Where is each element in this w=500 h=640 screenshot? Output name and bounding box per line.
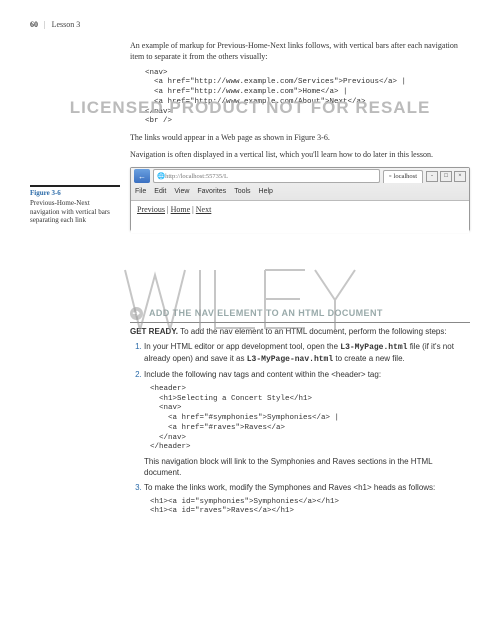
section-header: ➔ ADD THE NAV ELEMENT TO AN HTML DOCUMEN… [130, 307, 470, 320]
link-home[interactable]: Home [171, 205, 191, 214]
tab-label: localhost [394, 173, 417, 180]
browser-menu-bar: File Edit View Favorites Tools Help [131, 185, 469, 198]
paragraph-3: Navigation is often displayed in a verti… [130, 150, 470, 161]
step-1: In your HTML editor or app development t… [144, 342, 470, 366]
back-button[interactable]: ← [134, 169, 150, 183]
page-icon: ▫ [389, 173, 391, 180]
header-sep: | [44, 20, 46, 29]
url-text: http://localhost:55735/L [165, 173, 228, 180]
get-ready-line: GET READY. To add the nav element to an … [130, 327, 470, 338]
browser-chrome: ← 🌐 http://localhost:55735/L ▫ localhost… [131, 168, 469, 201]
arrow-left-icon: ← [138, 172, 146, 181]
browser-mock: ← 🌐 http://localhost:55735/L ▫ localhost… [130, 167, 470, 231]
maximize-button[interactable]: □ [440, 171, 452, 182]
intro-paragraph: An example of markup for Previous-Home-N… [130, 41, 470, 63]
link-next[interactable]: Next [196, 205, 212, 214]
menu-tools[interactable]: Tools [234, 188, 250, 195]
get-ready-text: To add the nav element to an HTML docume… [178, 327, 447, 336]
browser-tab[interactable]: ▫ localhost [383, 170, 423, 183]
arrow-right-icon: ➔ [130, 307, 143, 320]
get-ready-label: GET READY. [130, 327, 178, 336]
step-2-note: This navigation block will link to the S… [144, 457, 470, 479]
step-3: To make the links work, modify the Symph… [144, 483, 470, 517]
globe-icon: 🌐 [157, 172, 165, 180]
menu-favorites[interactable]: Favorites [197, 188, 226, 195]
page-number: 60 [30, 20, 38, 29]
section-rule [130, 322, 470, 323]
steps-list: In your HTML editor or app development t… [130, 342, 470, 517]
menu-view[interactable]: View [174, 188, 189, 195]
file-2: L3-MyPage-nav.html [247, 355, 333, 364]
link-previous[interactable]: Previous [137, 205, 165, 214]
paragraph-2: The links would appear in a Web page as … [130, 133, 470, 144]
step-2: Include the following nav tags and conte… [144, 370, 470, 479]
minimize-button[interactable]: - [426, 171, 438, 182]
code-sample-3: <h1><a id="symphonies">Symphonies</a></h… [150, 498, 470, 518]
code-sample-1: <nav> <a href="http://www.example.com/Se… [145, 69, 470, 128]
figure-caption-block: Figure 3-6 Previous-Home-Next navigation… [30, 185, 120, 225]
lesson-label: Lesson 3 [52, 20, 81, 29]
address-bar[interactable]: 🌐 http://localhost:55735/L [153, 169, 380, 183]
menu-edit[interactable]: Edit [154, 188, 166, 195]
section-title: ADD THE NAV ELEMENT TO AN HTML DOCUMENT [149, 308, 383, 318]
window-controls: - □ × [426, 171, 466, 182]
figure-title: Figure 3-6 [30, 185, 120, 197]
file-1: L3-MyPage.html [340, 343, 407, 352]
page-header: 60 | Lesson 3 [30, 20, 470, 29]
code-sample-2: <header> <h1>Selecting a Concert Style</… [150, 385, 470, 453]
figure-caption: Previous-Home-Next navigation with verti… [30, 199, 120, 224]
menu-file[interactable]: File [135, 188, 146, 195]
menu-help[interactable]: Help [259, 188, 273, 195]
close-button[interactable]: × [454, 171, 466, 182]
browser-content: Previous | Home | Next [131, 201, 469, 233]
